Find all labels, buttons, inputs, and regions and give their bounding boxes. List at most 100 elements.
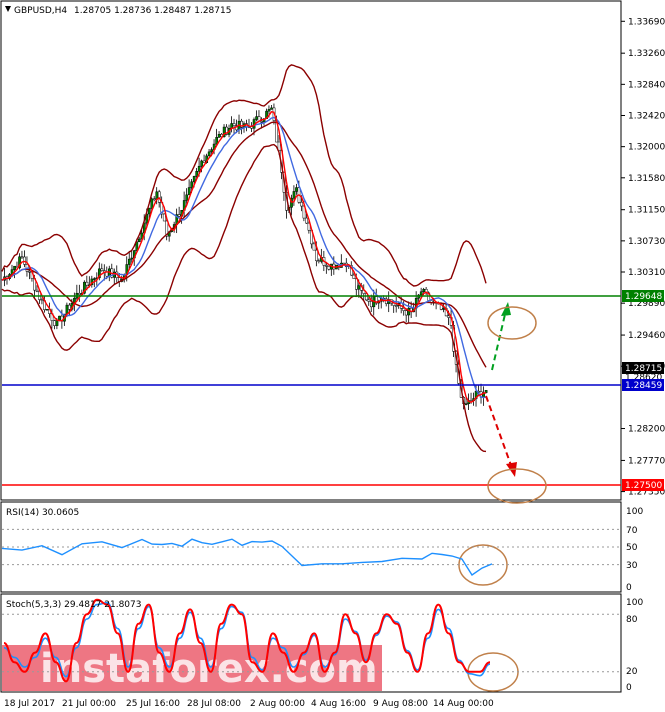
price-tick-label-3: 1.32420 (628, 111, 665, 121)
time-label-5: 4 Aug 16:00 (311, 699, 366, 709)
candle-body (162, 213, 166, 222)
candle-body (295, 187, 298, 192)
candle-body (28, 271, 31, 273)
candle-body (150, 198, 154, 209)
candle-body (155, 191, 159, 200)
candle-body (93, 278, 96, 280)
candle-body (315, 249, 318, 261)
candle-body (200, 160, 204, 167)
candle-body (327, 266, 331, 270)
candle-body (137, 238, 141, 242)
time-label-3: 28 Jul 08:00 (187, 699, 241, 709)
chart-header-symbol: GBPUSD,H4 (14, 6, 67, 16)
stoch-scale-20: 20 (626, 667, 638, 677)
time-label-6: 9 Aug 08:00 (373, 699, 428, 709)
price-tick-label-13: 1.27770 (628, 456, 665, 466)
support-label: 1.28459 (625, 381, 662, 391)
candle-body (157, 191, 161, 203)
candle-body (232, 123, 236, 126)
candle-body (419, 291, 423, 296)
stoch-scale-100: 100 (626, 598, 643, 608)
price-panel-frame (0, 0, 622, 501)
candle-body (352, 274, 356, 279)
candle-body (53, 320, 56, 326)
candle-body (210, 149, 214, 153)
price-tick-label-8: 1.30310 (628, 268, 665, 278)
candle-body (35, 289, 39, 292)
chart-header-ohlc: 1.28705 1.28736 1.28487 1.28715 (74, 6, 231, 16)
candle-body (190, 181, 194, 188)
candle-body (68, 304, 71, 310)
candle-body (185, 194, 189, 201)
stoch-label: Stoch(5,3,3) 29.4817 21.8073 (6, 600, 141, 610)
candle-body (23, 256, 26, 265)
candle-body (20, 256, 24, 259)
candle-body (202, 160, 206, 163)
time-axis: 18 Jul 2017 21 Jul 00:00 25 Jul 16:00 28 Ju… (4, 699, 494, 709)
candle-body (255, 116, 258, 120)
price-tick-label-7: 1.30730 (628, 237, 665, 247)
candle-body (177, 214, 181, 217)
time-label-2: 25 Jul 16:00 (126, 699, 180, 709)
rsi-scale-0: 0 (626, 583, 632, 593)
candle-body (147, 207, 151, 215)
trading-chart: instaforex.com 1.336901.332601.328401.32… (0, 0, 665, 709)
candle-body (270, 107, 273, 110)
time-label-7: 14 Aug 00:00 (433, 699, 494, 709)
price-tick-label-0: 1.33690 (628, 17, 665, 27)
rsi-scale-30: 30 (626, 561, 638, 571)
candle-body (464, 403, 468, 405)
price-tick-label-4: 1.32000 (628, 143, 665, 153)
price-tick-label-10: 1.29460 (628, 331, 665, 341)
candle-body (369, 301, 373, 308)
candle-body (367, 299, 371, 302)
stoch-scale-80: 80 (626, 615, 638, 625)
candle-body (422, 288, 426, 292)
candle-body (45, 308, 49, 311)
time-label-4: 2 Aug 00:00 (250, 699, 305, 709)
candle-body (300, 202, 303, 207)
candle-body (13, 265, 16, 270)
rsi-scale-70: 70 (626, 526, 638, 536)
candle-body (292, 191, 296, 199)
price-axis: 1.33690 1.33260 1.32840 1.32420 1.32000 1.315… (621, 17, 665, 498)
candle-body (394, 305, 398, 307)
candle-body (127, 258, 131, 265)
target-label: 1.27500 (625, 481, 662, 491)
rsi-scale-100: 100 (626, 507, 643, 517)
candle-body (192, 176, 196, 183)
candle-body (55, 319, 59, 326)
time-label-1: 21 Jul 00:00 (62, 699, 116, 709)
stoch-scale-0: 0 (626, 683, 632, 693)
candle-body (407, 307, 411, 316)
price-tick-label-1: 1.33260 (628, 49, 665, 59)
candle-body (260, 121, 263, 123)
candle-body (325, 265, 328, 267)
candle-body (267, 109, 271, 112)
candle-body (317, 260, 321, 262)
candle-body (100, 268, 104, 271)
candle-body (195, 171, 199, 177)
candle-body (207, 151, 211, 157)
candle-body (130, 257, 134, 260)
resistance-label: 1.29648 (625, 292, 662, 302)
candle-body (404, 310, 408, 316)
candle-body (342, 262, 346, 265)
candle-body (447, 315, 451, 318)
price-tick-label-6: 1.31150 (628, 206, 665, 216)
candle-body (312, 243, 316, 251)
candle-body (85, 281, 89, 286)
candle-body (78, 292, 81, 295)
candle-body (40, 299, 44, 301)
price-tick-label-2: 1.32840 (628, 80, 665, 90)
rsi-scale-50: 50 (626, 543, 638, 553)
time-label-0: 18 Jul 2017 (4, 699, 55, 709)
candle-body (217, 134, 221, 138)
price-tick-label-5: 1.31580 (628, 174, 665, 184)
candle-body (152, 198, 156, 201)
price-tick-label-12: 1.28200 (628, 425, 665, 435)
candle-body (305, 217, 308, 224)
rsi-label: RSI(14) 30.0605 (6, 508, 79, 518)
candle-body (442, 308, 446, 310)
candle-body (58, 315, 61, 321)
